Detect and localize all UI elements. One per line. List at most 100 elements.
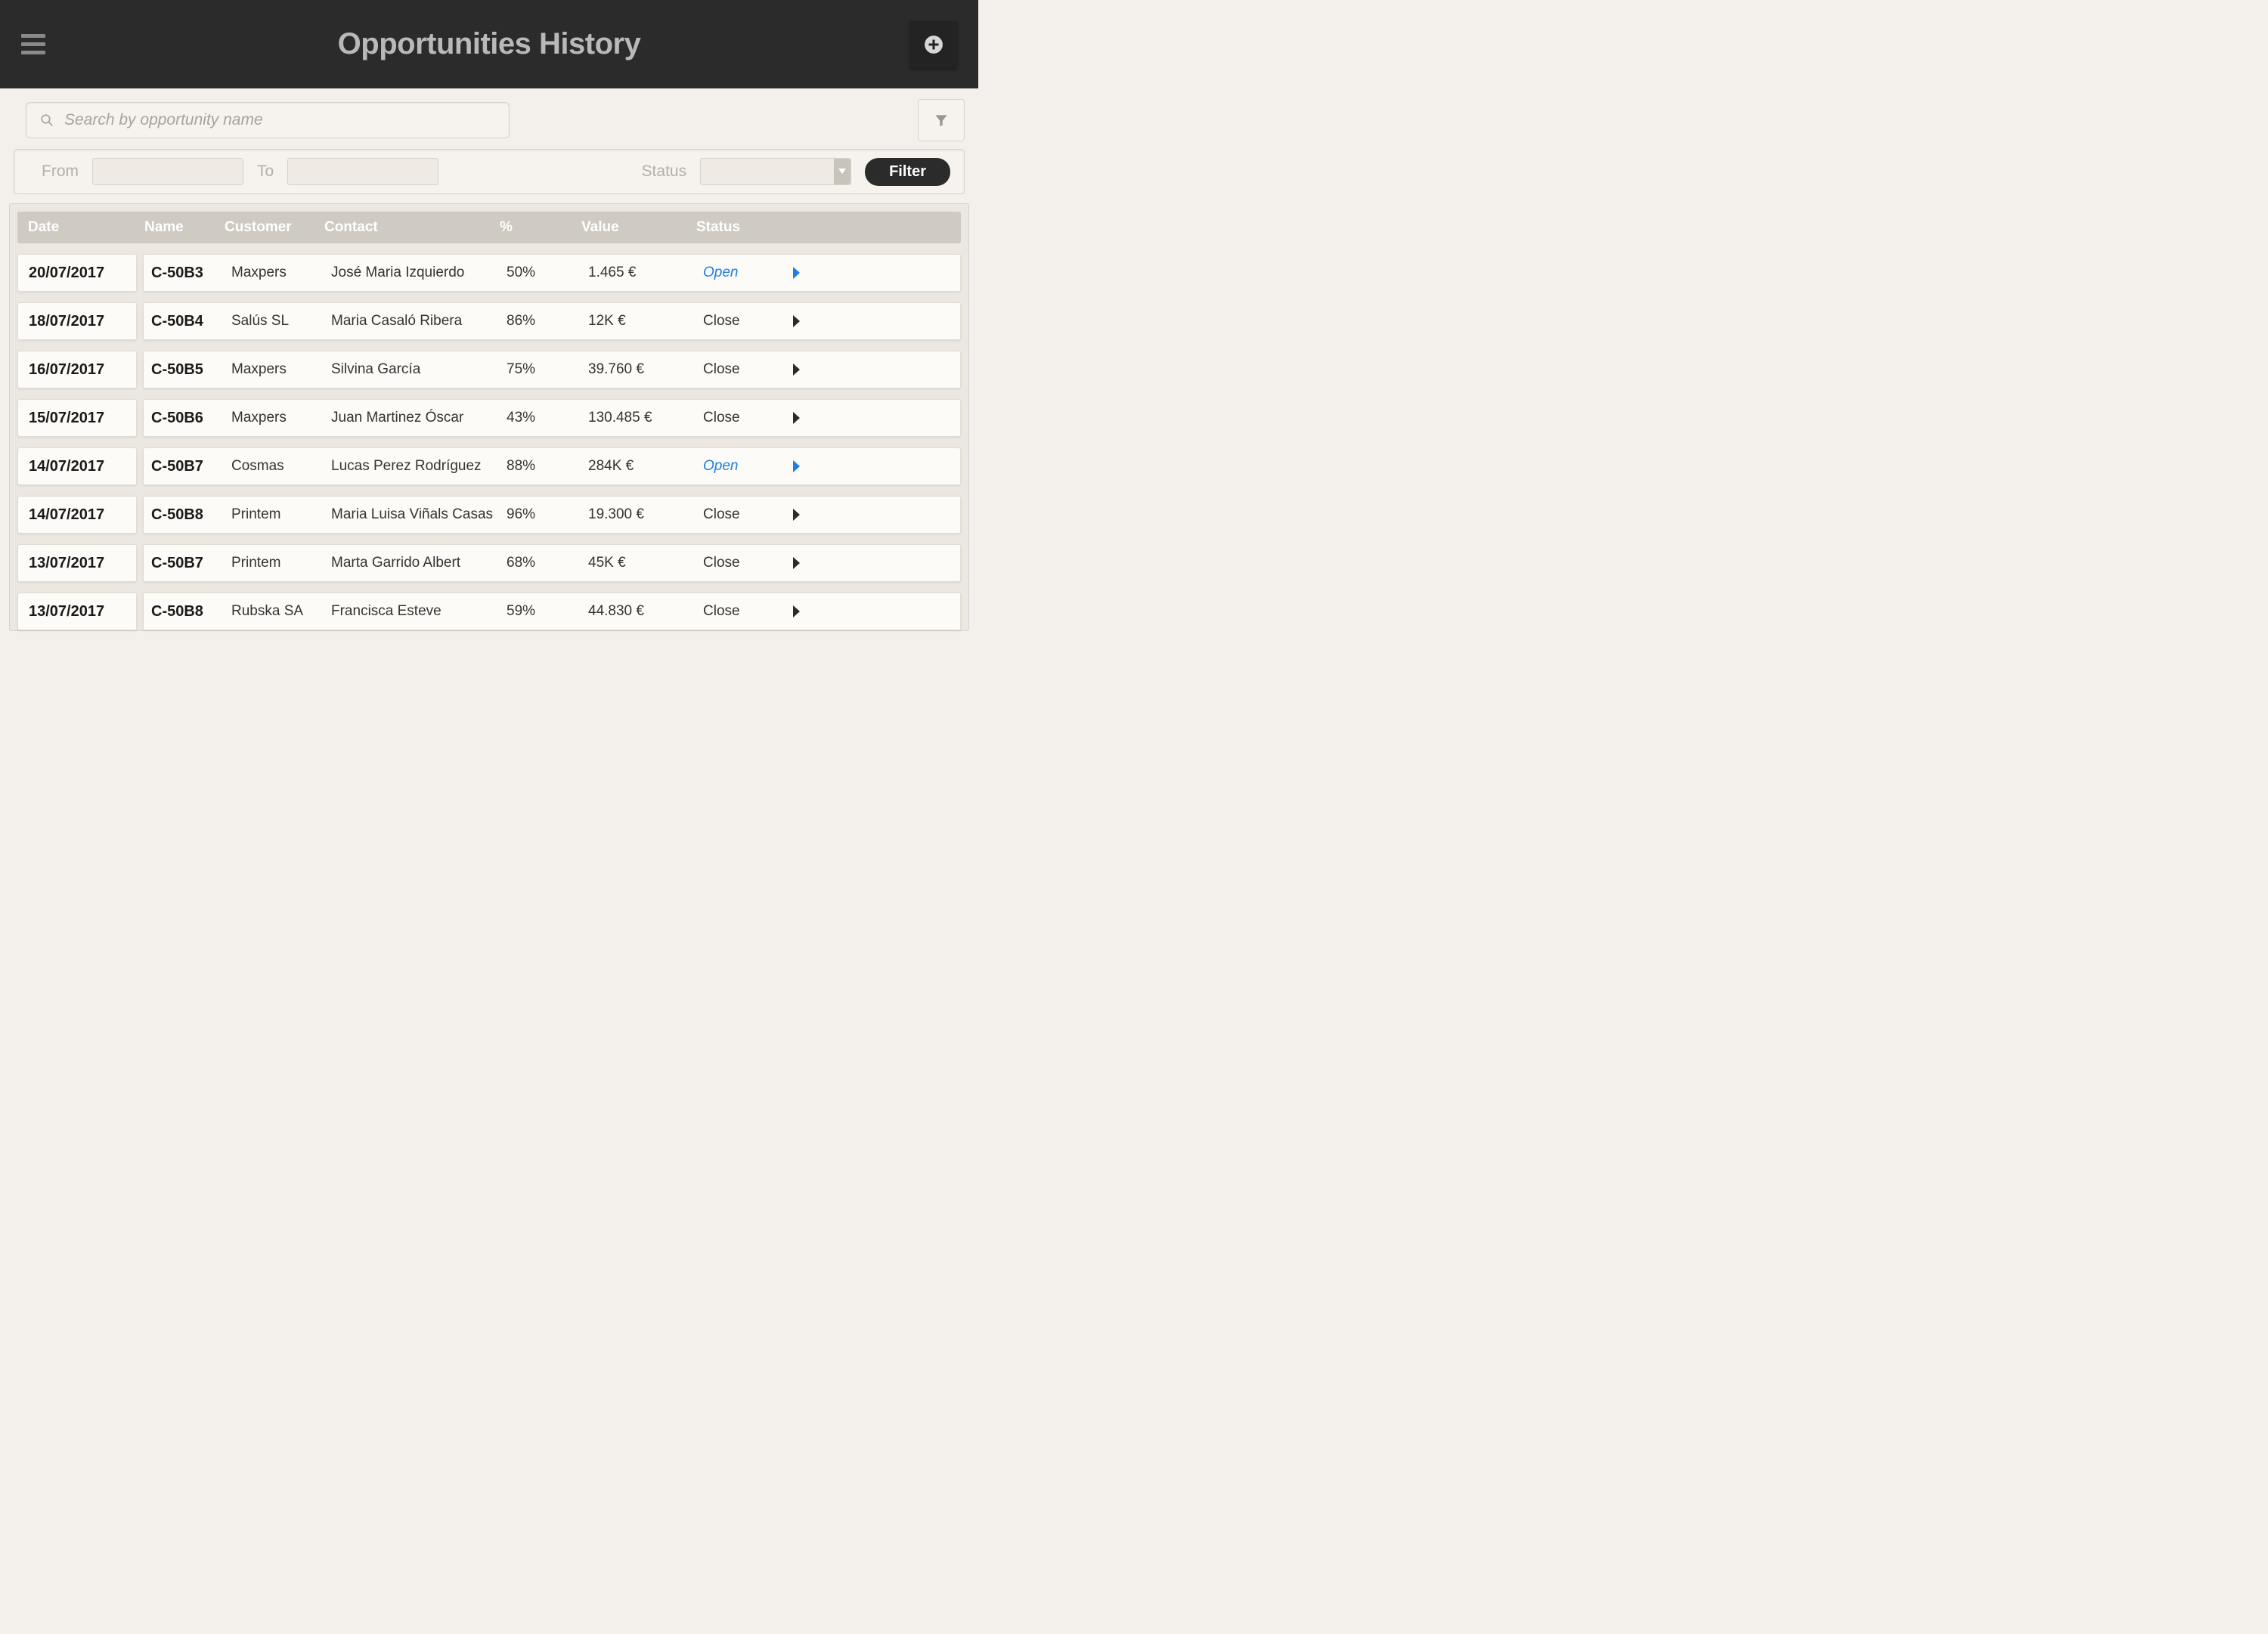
row-name: C-50B7 xyxy=(151,555,231,572)
row-name: C-50B8 xyxy=(151,603,231,620)
table-row: 20/07/2017C-50B3MaxpersJosé Maria Izquie… xyxy=(17,254,961,292)
row-date: 20/07/2017 xyxy=(17,254,137,292)
row-date: 16/07/2017 xyxy=(17,351,137,388)
add-button[interactable] xyxy=(910,21,957,68)
table-row: 13/07/2017C-50B8Rubska SAFrancisca Estev… xyxy=(17,593,961,630)
row-value: 12K € xyxy=(588,313,703,330)
row-date: 15/07/2017 xyxy=(17,399,137,437)
chevron-right-icon[interactable] xyxy=(783,509,809,521)
table-header: Date Name Customer Contact % Value Statu… xyxy=(17,212,961,243)
table-row: 18/07/2017C-50B4Salús SLMaria Casaló Rib… xyxy=(17,302,961,340)
col-header-customer: Customer xyxy=(225,219,324,236)
row-body[interactable]: C-50B7PrintemMarta Garrido Albert68%45K … xyxy=(143,544,961,582)
row-value: 45K € xyxy=(588,555,703,571)
row-name: C-50B4 xyxy=(151,313,231,330)
row-pct: 86% xyxy=(507,313,588,330)
row-date: 18/07/2017 xyxy=(17,302,137,340)
search-row xyxy=(0,88,978,149)
chevron-right-icon[interactable] xyxy=(783,557,809,569)
row-contact: José Maria Izquierdo xyxy=(331,265,507,281)
row-name: C-50B6 xyxy=(151,410,231,427)
status-select[interactable] xyxy=(700,158,851,185)
row-pct: 75% xyxy=(507,361,588,378)
row-customer: Maxpers xyxy=(231,410,331,426)
row-pct: 59% xyxy=(507,603,588,620)
app-header: Opportunities History xyxy=(0,0,978,88)
row-body[interactable]: C-50B4Salús SLMaria Casaló Ribera86%12K … xyxy=(143,302,961,340)
row-status: Close xyxy=(703,313,783,330)
opportunities-table: Date Name Customer Contact % Value Statu… xyxy=(9,203,969,631)
row-pct: 50% xyxy=(507,265,588,281)
row-value: 1.465 € xyxy=(588,265,703,281)
row-status: Close xyxy=(703,555,783,571)
table-row: 16/07/2017C-50B5MaxpersSilvina García75%… xyxy=(17,351,961,388)
table-body: 20/07/2017C-50B3MaxpersJosé Maria Izquie… xyxy=(17,254,961,630)
row-date: 13/07/2017 xyxy=(17,544,137,582)
row-contact: Francisca Esteve xyxy=(331,603,507,620)
col-header-contact: Contact xyxy=(324,219,500,236)
col-header-status: Status xyxy=(696,219,776,236)
row-name: C-50B5 xyxy=(151,361,231,379)
chevron-right-icon[interactable] xyxy=(783,460,809,472)
search-icon xyxy=(40,113,54,127)
chevron-right-icon[interactable] xyxy=(783,605,809,617)
from-label: From xyxy=(42,162,79,181)
row-contact: Maria Casaló Ribera xyxy=(331,313,507,330)
row-contact: Lucas Perez Rodríguez xyxy=(331,458,507,475)
search-box[interactable] xyxy=(26,102,510,138)
row-contact: Silvina García xyxy=(331,361,507,378)
row-status: Open xyxy=(703,265,783,281)
row-name: C-50B7 xyxy=(151,458,231,475)
row-status: Close xyxy=(703,410,783,426)
row-body[interactable]: C-50B7CosmasLucas Perez Rodríguez88%284K… xyxy=(143,447,961,485)
col-header-name: Name xyxy=(144,219,225,236)
row-pct: 68% xyxy=(507,555,588,571)
filter-panel: From To Status Filter xyxy=(14,149,965,194)
chevron-right-icon[interactable] xyxy=(783,267,809,279)
status-label: Status xyxy=(642,162,687,181)
row-value: 130.485 € xyxy=(588,410,703,426)
row-customer: Printem xyxy=(231,555,331,571)
row-pct: 96% xyxy=(507,506,588,523)
row-status: Close xyxy=(703,603,783,620)
hamburger-icon xyxy=(21,34,45,38)
row-status: Open xyxy=(703,458,783,475)
page-title: Opportunities History xyxy=(338,27,641,61)
table-row: 15/07/2017C-50B6MaxpersJuan Martinez Ósc… xyxy=(17,399,961,437)
row-body[interactable]: C-50B3MaxpersJosé Maria Izquierdo50%1.46… xyxy=(143,254,961,292)
col-header-date: Date xyxy=(25,219,144,236)
chevron-right-icon[interactable] xyxy=(783,364,809,376)
chevron-right-icon[interactable] xyxy=(783,315,809,327)
row-value: 44.830 € xyxy=(588,603,703,620)
row-name: C-50B3 xyxy=(151,265,231,282)
row-customer: Rubska SA xyxy=(231,603,331,620)
row-date: 14/07/2017 xyxy=(17,496,137,534)
row-contact: Juan Martinez Óscar xyxy=(331,410,507,426)
search-input[interactable] xyxy=(64,111,495,129)
chevron-down-icon xyxy=(834,159,850,184)
filter-toggle-button[interactable] xyxy=(918,99,965,141)
chevron-right-icon[interactable] xyxy=(783,412,809,424)
row-contact: Maria Luisa Viñals Casas xyxy=(331,506,507,523)
filter-button[interactable]: Filter xyxy=(865,158,950,186)
row-customer: Cosmas xyxy=(231,458,331,475)
row-body[interactable]: C-50B8Rubska SAFrancisca Esteve59%44.830… xyxy=(143,593,961,630)
row-contact: Marta Garrido Albert xyxy=(331,555,507,571)
row-value: 284K € xyxy=(588,458,703,475)
row-value: 19.300 € xyxy=(588,506,703,523)
row-status: Close xyxy=(703,361,783,378)
row-customer: Salús SL xyxy=(231,313,331,330)
row-body[interactable]: C-50B5MaxpersSilvina García75%39.760 €Cl… xyxy=(143,351,961,388)
row-status: Close xyxy=(703,506,783,523)
row-body[interactable]: C-50B8PrintemMaria Luisa Viñals Casas96%… xyxy=(143,496,961,534)
funnel-icon xyxy=(934,113,949,128)
to-label: To xyxy=(257,162,274,181)
col-header-pct: % xyxy=(500,219,581,236)
to-date-input[interactable] xyxy=(287,158,438,185)
row-body[interactable]: C-50B6MaxpersJuan Martinez Óscar43%130.4… xyxy=(143,399,961,437)
row-pct: 43% xyxy=(507,410,588,426)
from-date-input[interactable] xyxy=(92,158,243,185)
row-value: 39.760 € xyxy=(588,361,703,378)
table-row: 14/07/2017C-50B7CosmasLucas Perez Rodríg… xyxy=(17,447,961,485)
menu-button[interactable] xyxy=(21,34,45,54)
